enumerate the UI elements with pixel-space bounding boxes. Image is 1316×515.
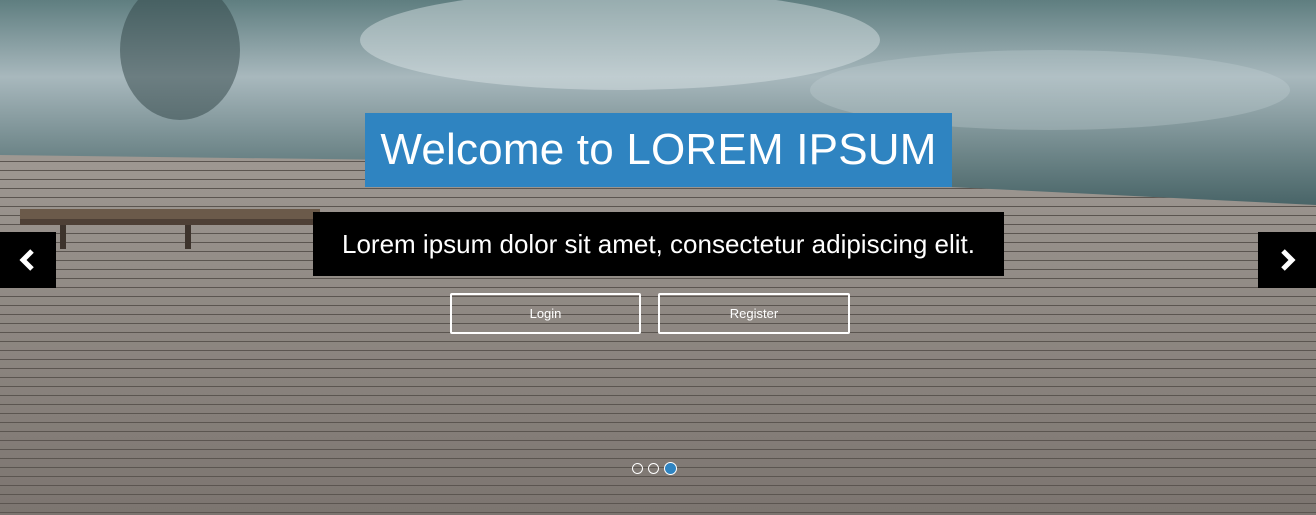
chevron-right-icon bbox=[1281, 249, 1296, 271]
slide-indicator-3[interactable] bbox=[664, 462, 677, 475]
slide-indicator-2[interactable] bbox=[648, 463, 659, 474]
slide-indicator-1[interactable] bbox=[632, 463, 643, 474]
carousel-indicators bbox=[632, 462, 677, 475]
login-button[interactable]: Login bbox=[450, 293, 641, 334]
chevron-left-icon bbox=[19, 249, 34, 271]
register-button[interactable]: Register bbox=[658, 293, 850, 334]
hero-title: Welcome to LOREM IPSUM bbox=[365, 113, 952, 187]
hero-carousel: Welcome to LOREM IPSUM Lorem ipsum dolor… bbox=[0, 0, 1316, 515]
hero-subtitle: Lorem ipsum dolor sit amet, consectetur … bbox=[313, 212, 1004, 276]
next-slide-button[interactable] bbox=[1258, 232, 1316, 288]
previous-slide-button[interactable] bbox=[0, 232, 56, 288]
